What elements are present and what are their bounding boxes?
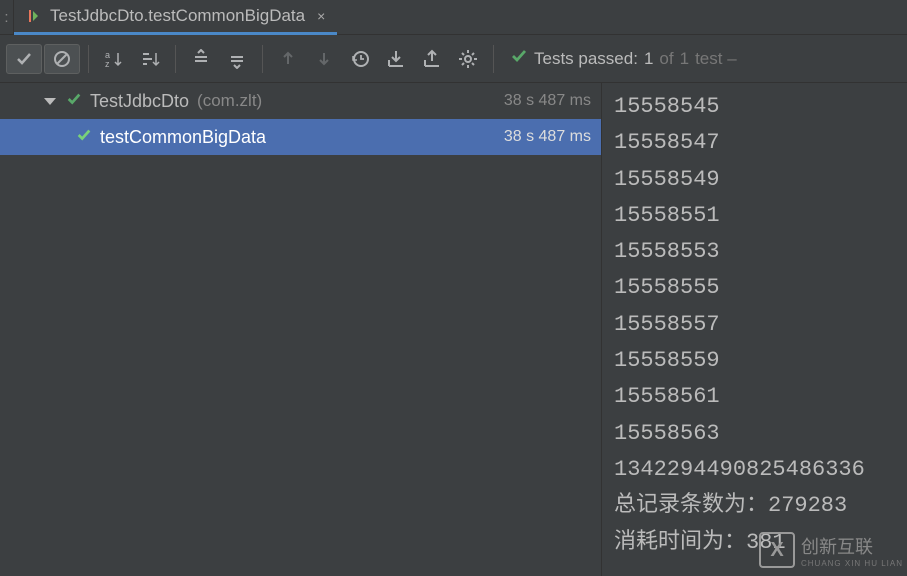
console-line: 15558545 [614,89,895,125]
export-tests-button[interactable] [415,42,449,76]
status-mid: of [659,49,673,69]
chevron-down-icon[interactable] [44,98,56,105]
console-output[interactable]: 1555854515558547155585491555855115558553… [602,83,907,576]
watermark-logo: X [759,532,795,568]
status-suffix: test – [695,49,737,69]
next-failed-button[interactable] [307,42,341,76]
check-icon [510,47,528,70]
test-class-row[interactable]: TestJdbcDto (com.zlt) 38 s 487 ms [0,83,601,119]
separator [88,45,89,73]
status-prefix: Tests passed: [534,49,638,69]
test-class-time: 38 s 487 ms [504,92,591,110]
show-passed-button[interactable] [6,44,42,74]
watermark-subtext: CHUANG XIN HU LIAN [801,559,903,568]
test-method-name: testCommonBigData [100,127,266,148]
console-line: 15558561 [614,379,895,415]
show-ignored-button[interactable] [44,44,80,74]
console-line: 15558559 [614,343,895,379]
test-class-package: (com.zlt) [197,91,262,111]
console-line: 总记录条数为：279283 [614,488,895,524]
svg-text:z: z [105,59,110,69]
status-total: 1 [680,49,689,69]
console-line: 15558553 [614,234,895,270]
separator [493,45,494,73]
status-passed-count: 1 [644,49,653,69]
main-area: TestJdbcDto (com.zlt) 38 s 487 ms testCo… [0,83,907,576]
tab-bar: : TestJdbcDto.testCommonBigData × [0,0,907,35]
test-status: Tests passed: 1 of 1 test – [502,47,737,70]
console-line: 15558547 [614,125,895,161]
check-icon [66,91,82,112]
watermark-text: 创新互联 [801,537,873,557]
console-line: 15558555 [614,270,895,306]
import-tests-button[interactable] [379,42,413,76]
test-toolbar: az Tests passed: 1 of 1 test – [0,35,907,83]
expand-all-button[interactable] [184,42,218,76]
sort-alpha-button[interactable]: az [97,42,131,76]
console-line: 1342294490825486336 [614,452,895,488]
sort-duration-button[interactable] [133,42,167,76]
console-line: 15558551 [614,198,895,234]
run-config-icon [26,8,42,24]
close-icon[interactable]: × [317,8,325,24]
check-icon [76,127,92,148]
tab-run-config[interactable]: TestJdbcDto.testCommonBigData × [14,0,337,35]
side-panel-label: : [0,0,14,35]
test-class-name: TestJdbcDto [90,91,189,112]
console-line: 15558549 [614,162,895,198]
prev-failed-button[interactable] [271,42,305,76]
separator [262,45,263,73]
test-method-time: 38 s 487 ms [504,128,591,146]
test-method-row[interactable]: testCommonBigData 38 s 487 ms [0,119,601,155]
tab-title: TestJdbcDto.testCommonBigData [50,6,305,26]
settings-button[interactable] [451,42,485,76]
separator [175,45,176,73]
test-history-button[interactable] [343,42,377,76]
watermark: X 创新互联 CHUANG XIN HU LIAN [759,532,903,568]
test-tree[interactable]: TestJdbcDto (com.zlt) 38 s 487 ms testCo… [0,83,602,576]
collapse-all-button[interactable] [220,42,254,76]
console-line: 15558563 [614,416,895,452]
console-line: 15558557 [614,307,895,343]
